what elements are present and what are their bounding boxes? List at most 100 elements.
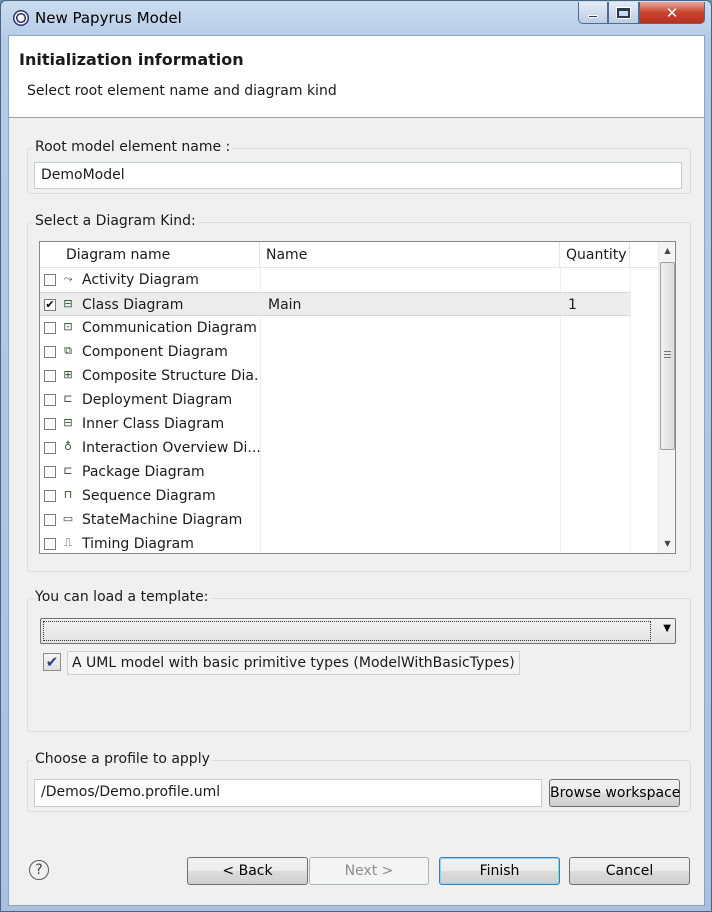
table-row[interactable]: ⊏ Package Diagram: [40, 460, 658, 484]
diagram-name-cell: Timing Diagram: [82, 536, 194, 552]
window-title: New Papyrus Model: [35, 9, 182, 27]
composite-structure-diagram-icon: ⊞: [63, 368, 73, 381]
dropdown-arrow-icon: ▼: [663, 623, 671, 634]
diagram-name-cell: Package Diagram: [82, 464, 205, 480]
row-checkbox[interactable]: [44, 514, 56, 526]
close-button[interactable]: ✕: [639, 2, 705, 24]
quantity-cell: [568, 364, 628, 388]
interaction-overview-diagram-icon: ♁: [63, 440, 73, 453]
diagram-name-cell: Inner Class Diagram: [82, 416, 225, 432]
diagram-kind-table: Diagram name Name Quantity ⤳ Activity Dia…: [39, 241, 676, 554]
finish-button[interactable]: Finish: [439, 857, 560, 885]
row-checkbox[interactable]: [44, 322, 56, 334]
model-name-cell: [268, 508, 558, 532]
table-row[interactable]: ⊞ Composite Structure Dia...: [40, 364, 658, 388]
minimize-button[interactable]: [578, 2, 608, 24]
model-name-cell: [268, 532, 558, 553]
next-button[interactable]: Next >: [309, 857, 429, 885]
quantity-cell: [568, 268, 628, 292]
scroll-thumb[interactable]: [660, 262, 675, 450]
row-checkbox[interactable]: [44, 274, 56, 286]
profile-path-input[interactable]: /Demos/Demo.profile.uml: [34, 779, 542, 807]
quantity-cell: [568, 340, 628, 364]
diagram-name-cell: Interaction Overview Di...: [82, 440, 260, 456]
dialog-content: Initialization information Select root e…: [8, 35, 705, 906]
table-row[interactable]: ⊓ Sequence Diagram: [40, 484, 658, 508]
table-row[interactable]: ⊏ Deployment Diagram: [40, 388, 658, 412]
back-button-label: < Back: [222, 863, 273, 879]
state-machine-diagram-icon: ▭: [62, 512, 74, 525]
basic-types-checkbox[interactable]: ✔: [43, 653, 61, 671]
column-name[interactable]: Name: [260, 242, 560, 268]
cancel-button[interactable]: Cancel: [569, 857, 690, 885]
quantity-cell: 1: [568, 297, 577, 313]
model-name-cell: [268, 268, 558, 292]
diagram-name-cell: Composite Structure Dia...: [82, 368, 260, 384]
model-name-cell: [268, 412, 558, 436]
basic-types-label[interactable]: A UML model with basic primitive types (…: [67, 651, 520, 675]
dialog-window: New Papyrus Model ✕ Initialization infor…: [0, 0, 712, 912]
diagram-name-cell: Component Diagram: [82, 344, 228, 360]
row-checkbox[interactable]: ✔: [44, 299, 56, 311]
template-select[interactable]: ▼: [40, 618, 676, 644]
model-name-cell: Main: [268, 297, 302, 313]
model-name-cell: [268, 484, 558, 508]
row-checkbox[interactable]: [44, 418, 56, 430]
eclipse-icon: [13, 10, 29, 26]
table-row[interactable]: ✔ ⊟ Class Diagram Main 1: [40, 292, 630, 316]
model-name-cell: [268, 460, 558, 484]
package-diagram-icon: ⊏: [63, 464, 73, 477]
grip-icon: [664, 351, 671, 358]
page-description: Select root element name and diagram kin…: [27, 83, 337, 99]
close-icon: ✕: [665, 3, 679, 22]
row-checkbox[interactable]: [44, 346, 56, 358]
quantity-cell: [568, 412, 628, 436]
deployment-diagram-icon: ⊏: [63, 392, 73, 405]
table-row[interactable]: ⧉ Component Diagram: [40, 340, 658, 364]
model-name-cell: [268, 388, 558, 412]
table-row[interactable]: ♁ Interaction Overview Di...: [40, 436, 658, 460]
finish-button-label: Finish: [479, 863, 520, 879]
component-diagram-icon: ⧉: [64, 344, 72, 357]
root-name-input[interactable]: DemoModel: [34, 162, 682, 189]
page-title: Initialization information: [19, 50, 244, 69]
next-button-label: Next >: [344, 863, 394, 879]
diagram-name-cell: Activity Diagram: [82, 272, 199, 288]
column-diagram-name[interactable]: Diagram name: [60, 242, 260, 268]
table-row[interactable]: ⎍ Timing Diagram: [40, 532, 658, 553]
column-quantity[interactable]: Quantity: [560, 242, 630, 268]
template-select-value: [43, 621, 651, 641]
quantity-cell: [568, 388, 628, 412]
model-name-cell: [268, 340, 558, 364]
help-icon[interactable]: ?: [29, 860, 49, 880]
timing-diagram-icon: ⎍: [64, 536, 72, 549]
row-checkbox[interactable]: [44, 442, 56, 454]
diagram-name-cell: StateMachine Diagram: [82, 512, 243, 528]
row-checkbox[interactable]: [44, 538, 56, 550]
back-button[interactable]: < Back: [187, 857, 308, 885]
table-body: ⤳ Activity Diagram ✔ ⊟ Class Diagram Main 1 ⊡ Co…: [40, 268, 658, 553]
inner-class-diagram-icon: ⊟: [63, 416, 73, 429]
template-label: You can load a template:: [33, 589, 211, 605]
row-checkbox[interactable]: [44, 490, 56, 502]
table-scrollbar[interactable]: ▲ ▼: [658, 242, 675, 553]
diagram-name-cell: Communication Diagram: [82, 320, 257, 336]
quantity-cell: [568, 316, 628, 340]
maximize-button[interactable]: [608, 2, 639, 24]
diagram-name-cell: Deployment Diagram: [82, 392, 233, 408]
title-bar[interactable]: New Papyrus Model ✕: [1, 1, 711, 35]
row-checkbox[interactable]: [44, 394, 56, 406]
row-checkbox[interactable]: [44, 466, 56, 478]
table-row[interactable]: ▭ StateMachine Diagram: [40, 508, 658, 532]
row-checkbox[interactable]: [44, 370, 56, 382]
table-row[interactable]: ⊟ Inner Class Diagram: [40, 412, 658, 436]
table-row[interactable]: ⊡ Communication Diagram: [40, 316, 658, 340]
model-name-cell: [268, 316, 558, 340]
root-name-label: Root model element name :: [33, 139, 233, 155]
quantity-cell: [568, 532, 628, 553]
quantity-cell: [568, 436, 628, 460]
scroll-up-icon[interactable]: ▲: [659, 242, 675, 259]
browse-workspace-button[interactable]: Browse workspace: [549, 779, 680, 807]
table-row[interactable]: ⤳ Activity Diagram: [40, 268, 658, 292]
scroll-down-icon[interactable]: ▼: [659, 535, 675, 552]
